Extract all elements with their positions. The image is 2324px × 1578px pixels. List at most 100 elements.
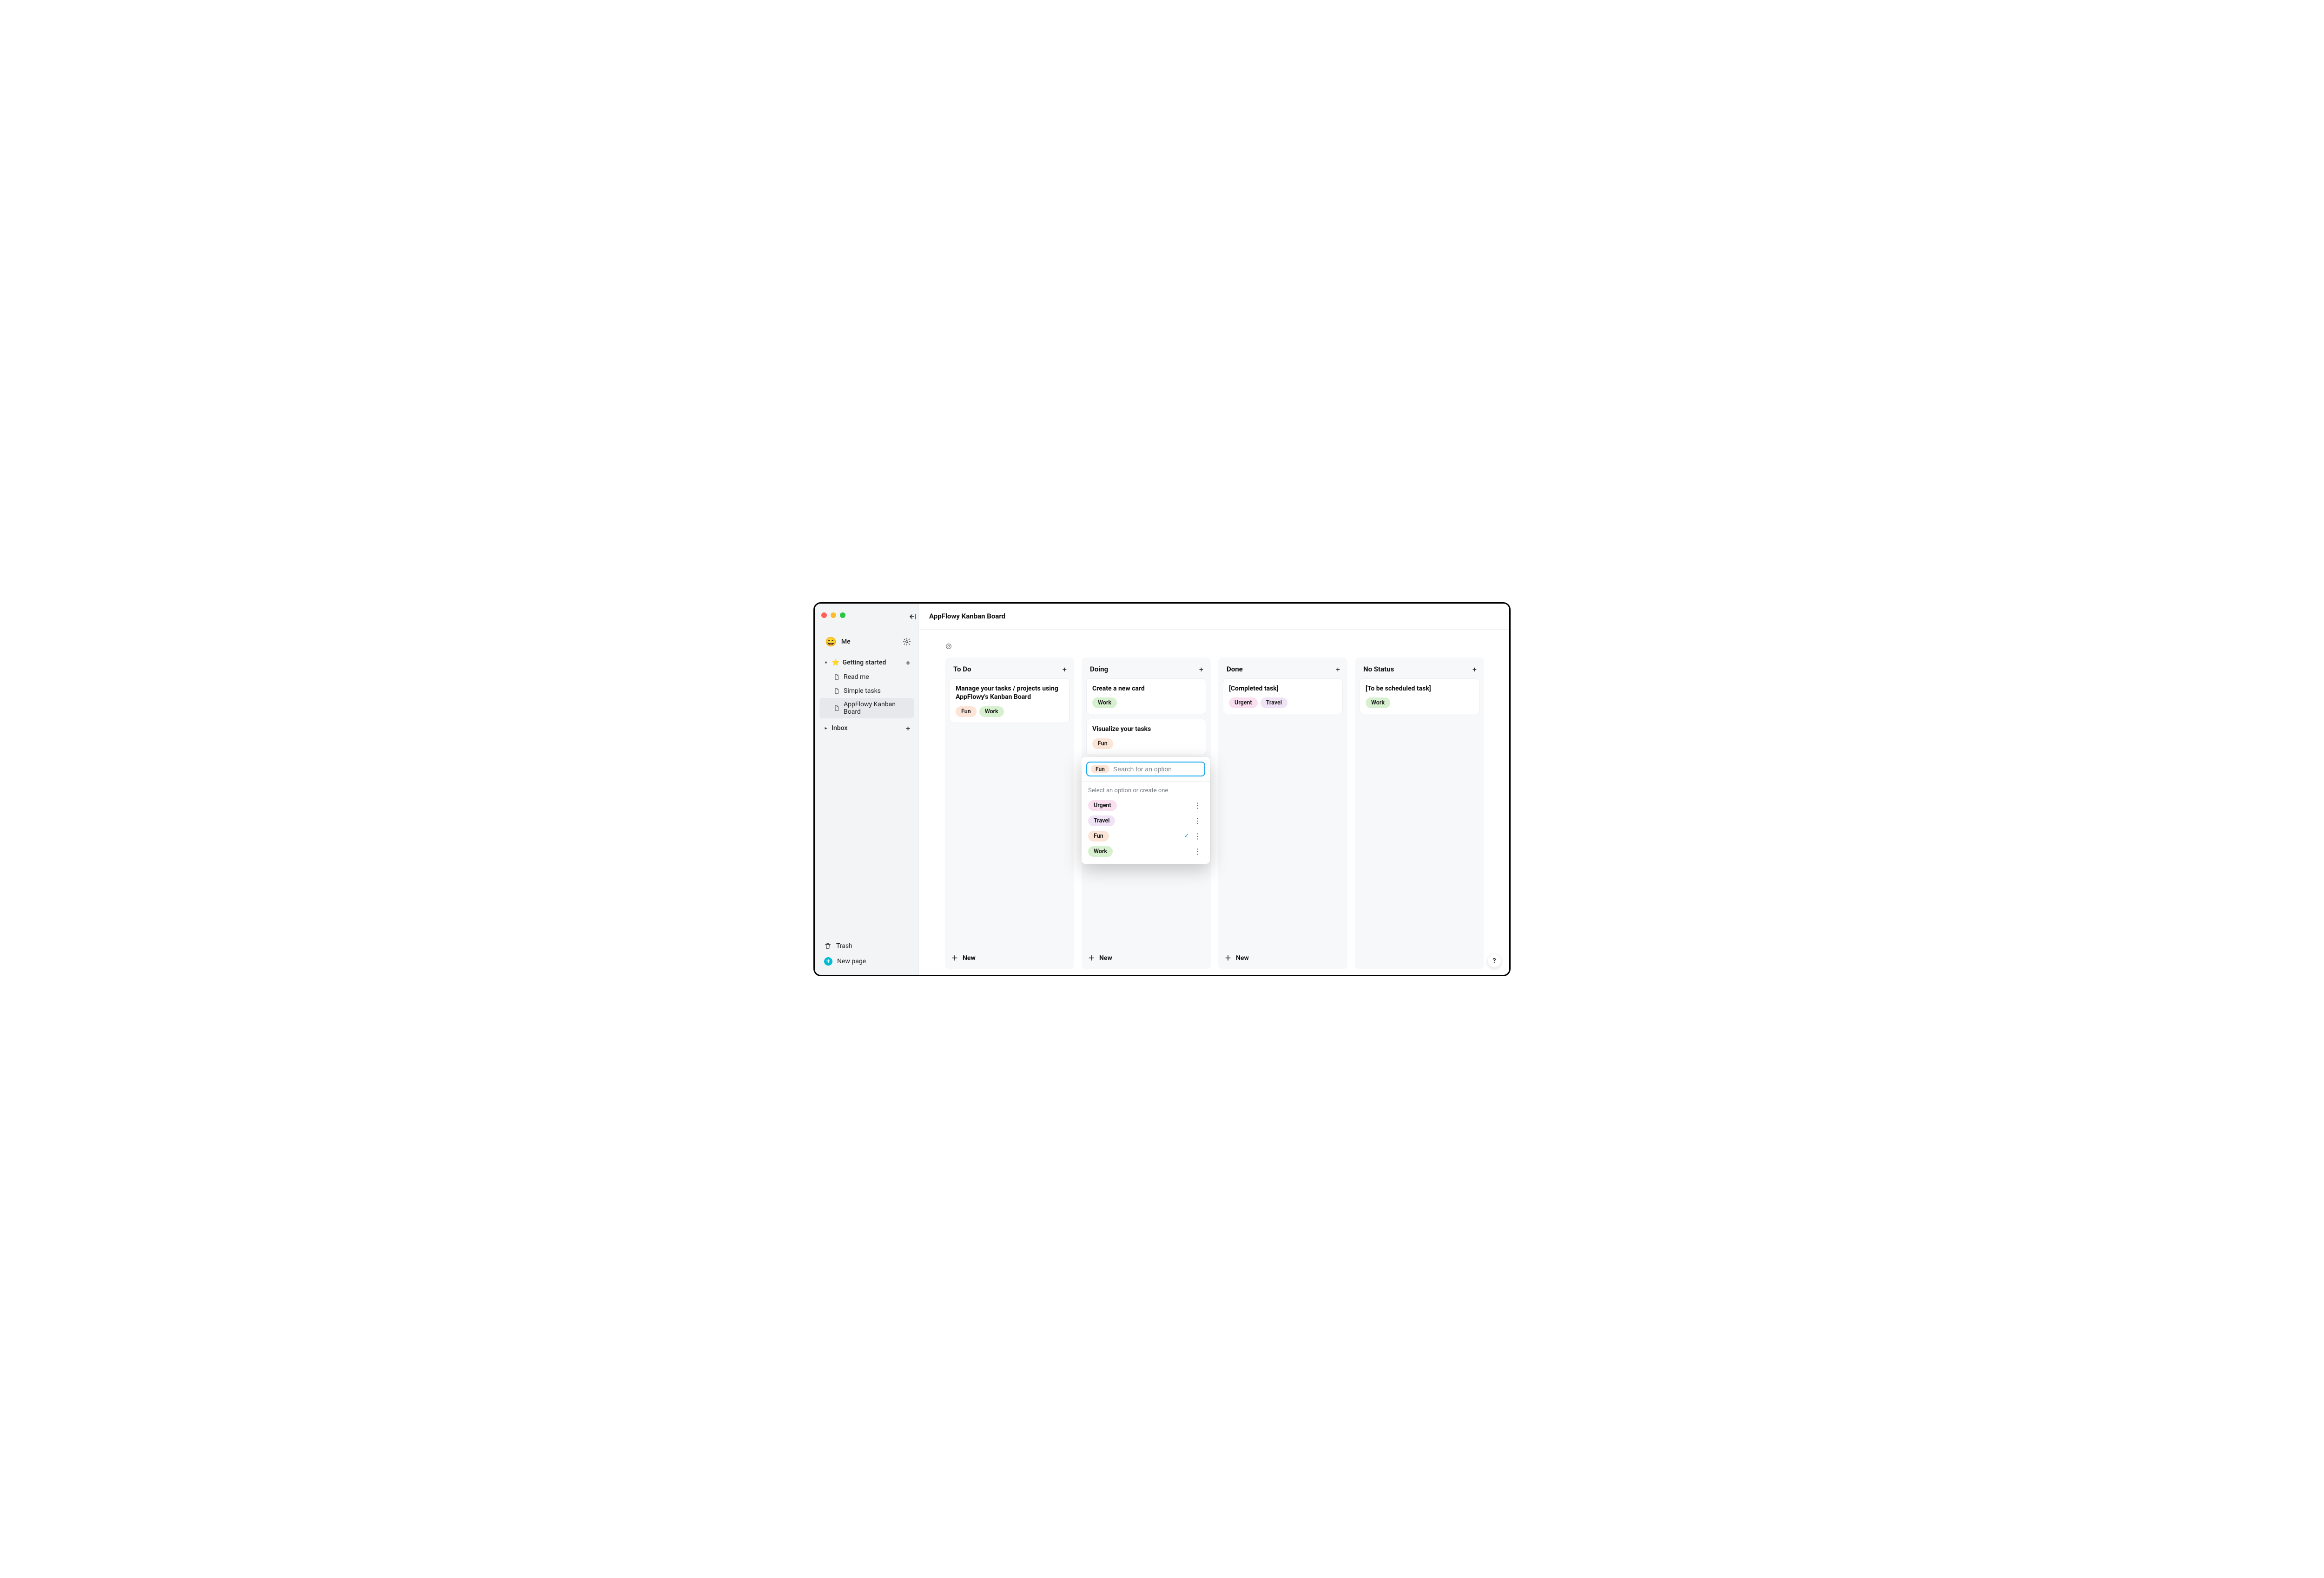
page-label: Read me — [844, 673, 869, 681]
card-tag[interactable]: Urgent — [1229, 697, 1258, 708]
page-label: AppFlowy Kanban Board — [844, 701, 910, 716]
tag-search-input[interactable] — [1113, 765, 1201, 773]
section-label: Inbox — [832, 724, 847, 732]
tag-option-more-icon[interactable]: ⋮ — [1192, 801, 1203, 810]
tag-option-more-icon[interactable]: ⋮ — [1192, 832, 1203, 841]
sidebar-page-simple-tasks[interactable]: Simple tasks — [819, 684, 914, 698]
tag-chip: Travel — [1088, 815, 1115, 826]
sidebar-page-kanban[interactable]: AppFlowy Kanban Board — [819, 698, 914, 718]
column-todo: To Do + Manage your tasks / projects usi… — [945, 658, 1074, 969]
tag-option[interactable]: Fun ✓ ⋮ — [1085, 828, 1206, 844]
column-add-card-button[interactable]: + — [1336, 665, 1340, 674]
tag-option[interactable]: Work ⋮ — [1085, 844, 1206, 859]
card-title: Visualize your tasks — [1092, 725, 1200, 734]
page-title: AppFlowy Kanban Board — [929, 612, 1005, 620]
tag-option-more-icon[interactable]: ⋮ — [1192, 816, 1203, 825]
column-add-card-button[interactable]: + — [1063, 665, 1067, 674]
column-no-status: No Status + [To be scheduled task] Work … — [1355, 658, 1484, 969]
plus-circle-icon: + — [824, 957, 832, 966]
document-icon — [833, 705, 840, 711]
card-title: [Completed task] — [1229, 684, 1337, 693]
card-tag[interactable]: Work — [979, 706, 1004, 717]
tag-chip: Work — [1088, 846, 1113, 857]
card[interactable]: [To be scheduled task] Work — [1360, 678, 1479, 715]
card-tag[interactable]: Fun — [956, 706, 977, 717]
tag-option-list: Urgent ⋮ Travel ⋮ Fun — [1082, 798, 1210, 864]
sidebar-section-getting-started[interactable]: ▾ ⭐ Getting started + — [819, 656, 914, 670]
selected-tag-chip[interactable]: Fun — [1091, 765, 1109, 773]
document-icon — [833, 674, 840, 680]
close-window-icon[interactable] — [821, 612, 827, 618]
minimize-window-icon[interactable] — [831, 612, 836, 618]
user-avatar-emoji: 😄 — [825, 636, 837, 647]
sidebar-new-page[interactable]: + New page — [821, 954, 912, 968]
column-done: Done + [Completed task] Urgent Travel — [1218, 658, 1347, 969]
new-label: New — [1099, 954, 1112, 962]
tag-option-more-icon[interactable]: ⋮ — [1192, 847, 1203, 856]
column-title: Done — [1227, 665, 1243, 673]
sidebar: 😄 Me ▾ ⭐ Getting started + Read me — [815, 604, 919, 975]
card-title: Manage your tasks / projects using AppFl… — [956, 684, 1063, 702]
card[interactable]: Visualize your tasks Fun — [1086, 719, 1206, 755]
maximize-window-icon[interactable] — [840, 612, 845, 618]
card-title: [To be scheduled task] — [1366, 684, 1473, 693]
add-page-button[interactable]: + — [906, 724, 910, 733]
column-title: No Status — [1363, 665, 1394, 673]
trash-label: Trash — [836, 942, 852, 950]
tag-search-box[interactable]: Fun — [1086, 762, 1205, 776]
column-title: To Do — [953, 665, 971, 673]
tag-select-popover: Fun Select an option or create one Urgen… — [1082, 757, 1210, 864]
card[interactable]: Manage your tasks / projects using AppFl… — [950, 678, 1070, 723]
sidebar-section-inbox[interactable]: ▸ Inbox + — [819, 721, 914, 736]
trash-icon — [824, 942, 832, 950]
caret-right-icon: ▸ — [823, 726, 829, 731]
card-tag[interactable]: Work — [1366, 697, 1390, 708]
tag-option[interactable]: Urgent ⋮ — [1085, 798, 1206, 813]
sidebar-page-read-me[interactable]: Read me — [819, 670, 914, 684]
card-tag[interactable]: Work — [1092, 697, 1117, 708]
column-new-button[interactable]: ＋ New — [1082, 949, 1211, 969]
document-icon — [833, 688, 840, 694]
column-new-button[interactable]: ＋ New — [1218, 949, 1347, 969]
plus-icon: ＋ — [1225, 953, 1231, 963]
check-icon: ✓ — [1181, 832, 1192, 840]
tag-option[interactable]: Travel ⋮ — [1085, 813, 1206, 828]
section-label: Getting started — [842, 659, 886, 666]
main-area: AppFlowy Kanban Board To Do + Manage y — [919, 604, 1509, 975]
popover-hint: Select an option or create one — [1082, 782, 1210, 798]
column-doing: Doing + Create a new card Work Visualize… — [1082, 658, 1211, 969]
board-toolbar — [919, 630, 1509, 650]
tag-chip: Fun — [1088, 831, 1109, 842]
sidebar-trash[interactable]: Trash — [821, 940, 912, 953]
window-controls — [815, 604, 918, 622]
card[interactable]: [Completed task] Urgent Travel — [1223, 678, 1343, 715]
star-icon: ⭐ — [832, 659, 839, 666]
new-label: New — [1236, 954, 1249, 962]
column-new-button[interactable]: ＋ New — [945, 949, 1074, 969]
collapse-sidebar-button[interactable] — [906, 612, 912, 618]
help-button[interactable]: ? — [1488, 954, 1501, 967]
kanban-board: To Do + Manage your tasks / projects usi… — [919, 650, 1509, 975]
workspace-user-row[interactable]: 😄 Me — [815, 622, 918, 656]
sidebar-nav: ▾ ⭐ Getting started + Read me Simple tas… — [815, 656, 918, 736]
card[interactable]: Create a new card Work — [1086, 678, 1206, 715]
column-title: Doing — [1090, 665, 1108, 673]
titlebar: AppFlowy Kanban Board — [919, 604, 1509, 630]
card-tag[interactable]: Travel — [1261, 697, 1287, 708]
plus-icon: ＋ — [951, 953, 958, 963]
column-add-card-button[interactable]: + — [1472, 665, 1477, 674]
new-page-label: New page — [837, 958, 866, 965]
board-settings-icon[interactable] — [945, 643, 1509, 650]
plus-icon: ＋ — [1088, 953, 1095, 963]
tag-chip: Urgent — [1088, 800, 1117, 811]
card-title: Create a new card — [1092, 684, 1200, 693]
page-label: Simple tasks — [844, 687, 881, 695]
column-add-card-button[interactable]: + — [1199, 665, 1203, 674]
settings-icon[interactable] — [903, 638, 911, 646]
caret-down-icon: ▾ — [823, 660, 829, 665]
card-tag[interactable]: Fun — [1092, 738, 1113, 749]
app-window: 😄 Me ▾ ⭐ Getting started + Read me — [813, 602, 1511, 976]
add-page-button[interactable]: + — [906, 658, 910, 667]
user-name-label: Me — [841, 638, 851, 645]
new-label: New — [963, 954, 976, 962]
